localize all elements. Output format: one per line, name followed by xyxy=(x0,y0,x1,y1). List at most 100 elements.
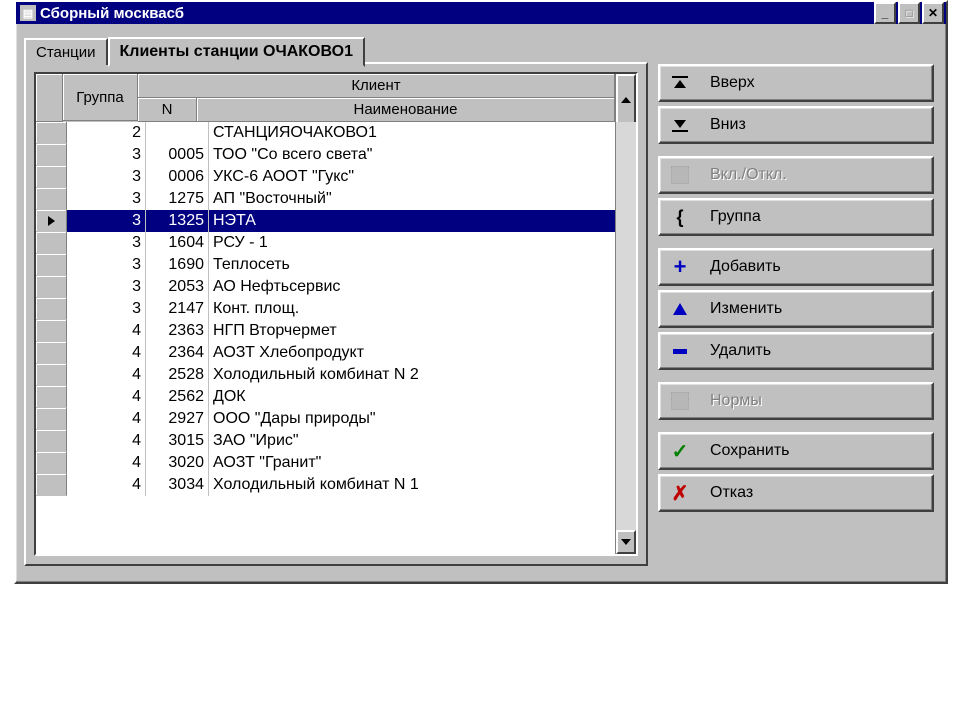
row-gutter xyxy=(36,166,67,188)
table-row[interactable]: 43034Холодильный комбинат N 1 xyxy=(36,474,616,496)
table-row[interactable]: 2СТАНЦИЯОЧАКОВО1 xyxy=(36,122,616,144)
cell-name: НЭТА xyxy=(209,210,616,232)
down-icon xyxy=(670,115,690,135)
table-row[interactable]: 31275АП "Восточный" xyxy=(36,188,616,210)
cell-group: 3 xyxy=(67,232,146,254)
table-row[interactable]: 31690Теплосеть xyxy=(36,254,616,276)
plus-icon: + xyxy=(670,257,690,277)
table-row[interactable]: 43015ЗАО "Ирис" xyxy=(36,430,616,452)
table-row[interactable]: 30006УКС-6 АООТ "Гукс" xyxy=(36,166,616,188)
table-row[interactable]: 31604РСУ - 1 xyxy=(36,232,616,254)
cell-name: НГП Вторчермет xyxy=(209,320,616,342)
titlebar: ▤ Сборный москвасб _ □ ✕ xyxy=(16,2,946,24)
col-header-client[interactable]: Клиент xyxy=(138,74,615,98)
cell-name: СТАНЦИЯОЧАКОВО1 xyxy=(209,122,616,144)
row-gutter xyxy=(36,452,67,474)
cell-name: РСУ - 1 xyxy=(209,232,616,254)
cell-n: 3020 xyxy=(146,452,209,474)
up-icon xyxy=(670,73,690,93)
row-gutter xyxy=(36,254,67,276)
table-row[interactable]: 32053АО Нефтьсервис xyxy=(36,276,616,298)
row-gutter xyxy=(36,342,67,364)
row-gutter xyxy=(36,386,67,408)
row-gutter xyxy=(36,210,67,232)
maximize-button: □ xyxy=(898,2,920,24)
cell-group: 4 xyxy=(67,342,146,364)
row-gutter xyxy=(36,144,67,166)
cell-n: 1690 xyxy=(146,254,209,276)
add-button[interactable]: + Добавить xyxy=(658,248,934,286)
group-icon: { xyxy=(670,207,690,227)
cell-n: 2364 xyxy=(146,342,209,364)
tabstrip: Станции Клиенты станции ОЧАКОВО1 xyxy=(24,34,365,65)
cell-n: 3034 xyxy=(146,474,209,496)
cancel-button[interactable]: ✗ Отказ xyxy=(658,474,934,512)
col-header-group[interactable]: Группа xyxy=(63,74,138,121)
cell-n: 2562 xyxy=(146,386,209,408)
cell-n: 0006 xyxy=(146,166,209,188)
group-button[interactable]: { Группа xyxy=(658,198,934,236)
scroll-up-button[interactable] xyxy=(616,74,636,126)
toggle-icon xyxy=(670,165,690,185)
cell-group: 4 xyxy=(67,452,146,474)
tab-clients[interactable]: Клиенты станции ОЧАКОВО1 xyxy=(108,37,365,67)
minus-icon xyxy=(670,341,690,361)
cell-name: Холодильный комбинат N 2 xyxy=(209,364,616,386)
minimize-button[interactable]: _ xyxy=(874,2,896,24)
vertical-scrollbar[interactable] xyxy=(615,122,636,554)
app-icon: ▤ xyxy=(20,5,36,21)
table-row[interactable]: 30005ТОО "Со всего света" xyxy=(36,144,616,166)
cell-name: Теплосеть xyxy=(209,254,616,276)
cell-n: 2147 xyxy=(146,298,209,320)
table-row[interactable]: 42363НГП Вторчермет xyxy=(36,320,616,342)
col-header-name[interactable]: Наименование xyxy=(197,98,615,122)
table-row[interactable]: 42364АОЗТ Хлебопродукт xyxy=(36,342,616,364)
add-label: Добавить xyxy=(710,258,781,276)
cell-name: АО Нефтьсервис xyxy=(209,276,616,298)
cell-group: 4 xyxy=(67,320,146,342)
row-gutter xyxy=(36,408,67,430)
edit-button[interactable]: Изменить xyxy=(658,290,934,328)
table-row[interactable]: 42927ООО "Дары природы" xyxy=(36,408,616,430)
table-row[interactable]: 32147Конт. площ. xyxy=(36,298,616,320)
table-row[interactable]: 43020АОЗТ "Гранит" xyxy=(36,452,616,474)
cell-group: 4 xyxy=(67,364,146,386)
cell-group: 4 xyxy=(67,430,146,452)
current-row-indicator-icon xyxy=(48,216,55,226)
row-gutter xyxy=(36,122,67,144)
scroll-down-button[interactable] xyxy=(616,530,636,554)
tab-stations[interactable]: Станции xyxy=(24,38,108,65)
cell-group: 4 xyxy=(67,408,146,430)
save-button[interactable]: ✓ Сохранить xyxy=(658,432,934,470)
norms-icon xyxy=(670,391,690,411)
cell-group: 4 xyxy=(67,386,146,408)
cell-group: 3 xyxy=(67,210,146,232)
cell-name: АОЗТ Хлебопродукт xyxy=(209,342,616,364)
toggle-label: Вкл./Откл. xyxy=(710,166,787,184)
cell-n: 2363 xyxy=(146,320,209,342)
x-icon: ✗ xyxy=(670,483,690,503)
table-row[interactable]: 31325НЭТА xyxy=(36,210,616,232)
cell-name: Конт. площ. xyxy=(209,298,616,320)
row-gutter xyxy=(36,364,67,386)
col-header-n[interactable]: N xyxy=(138,98,197,122)
grid-corner xyxy=(36,74,63,122)
cell-n: 3015 xyxy=(146,430,209,452)
cell-group: 4 xyxy=(67,474,146,496)
cell-n: 2528 xyxy=(146,364,209,386)
cancel-label: Отказ xyxy=(710,484,753,502)
norms-label: Нормы xyxy=(710,392,762,410)
delete-button[interactable]: Удалить xyxy=(658,332,934,370)
cell-name: ООО "Дары природы" xyxy=(209,408,616,430)
row-gutter xyxy=(36,298,67,320)
close-button[interactable]: ✕ xyxy=(922,2,944,24)
up-button[interactable]: Вверх xyxy=(658,64,934,102)
cell-group: 3 xyxy=(67,144,146,166)
down-button[interactable]: Вниз xyxy=(658,106,934,144)
row-gutter xyxy=(36,232,67,254)
clients-grid[interactable]: Группа Клиент N Наименование 2СТАНЦИЯОЧА… xyxy=(34,72,638,556)
table-row[interactable]: 42528Холодильный комбинат N 2 xyxy=(36,364,616,386)
table-row[interactable]: 42562ДОК xyxy=(36,386,616,408)
cell-group: 3 xyxy=(67,298,146,320)
cell-group: 3 xyxy=(67,276,146,298)
